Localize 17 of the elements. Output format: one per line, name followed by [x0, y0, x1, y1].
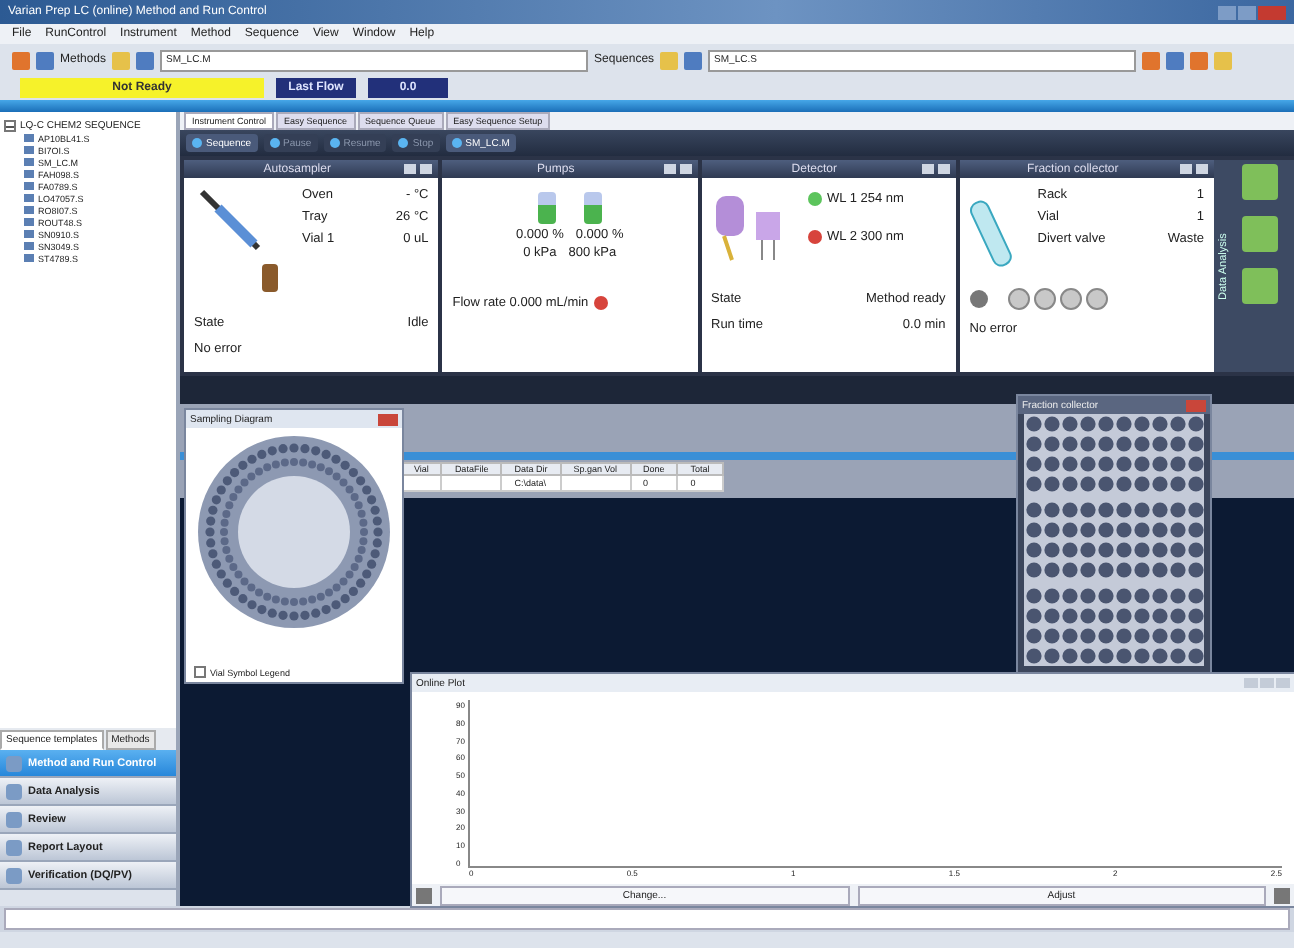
close-button[interactable]	[378, 413, 398, 425]
bottle-icon	[537, 192, 556, 224]
minimize-icon[interactable]	[937, 164, 950, 174]
stop-icon[interactable]	[594, 296, 609, 310]
minimize-icon[interactable]	[679, 164, 691, 174]
command-field[interactable]	[4, 908, 1290, 930]
round-button[interactable]	[1085, 288, 1108, 310]
maximize-button[interactable]	[1238, 5, 1256, 19]
minimize-icon[interactable]	[420, 164, 433, 174]
expand-toggle-icon[interactable]	[4, 120, 16, 132]
round-button[interactable]	[1059, 288, 1082, 310]
round-button[interactable]	[1007, 288, 1030, 310]
minimize-button[interactable]	[1218, 5, 1236, 19]
round-button[interactable]	[1033, 288, 1056, 310]
bottle-icon	[583, 192, 602, 224]
checkbox[interactable]	[194, 666, 206, 678]
table-cell	[560, 475, 630, 491]
